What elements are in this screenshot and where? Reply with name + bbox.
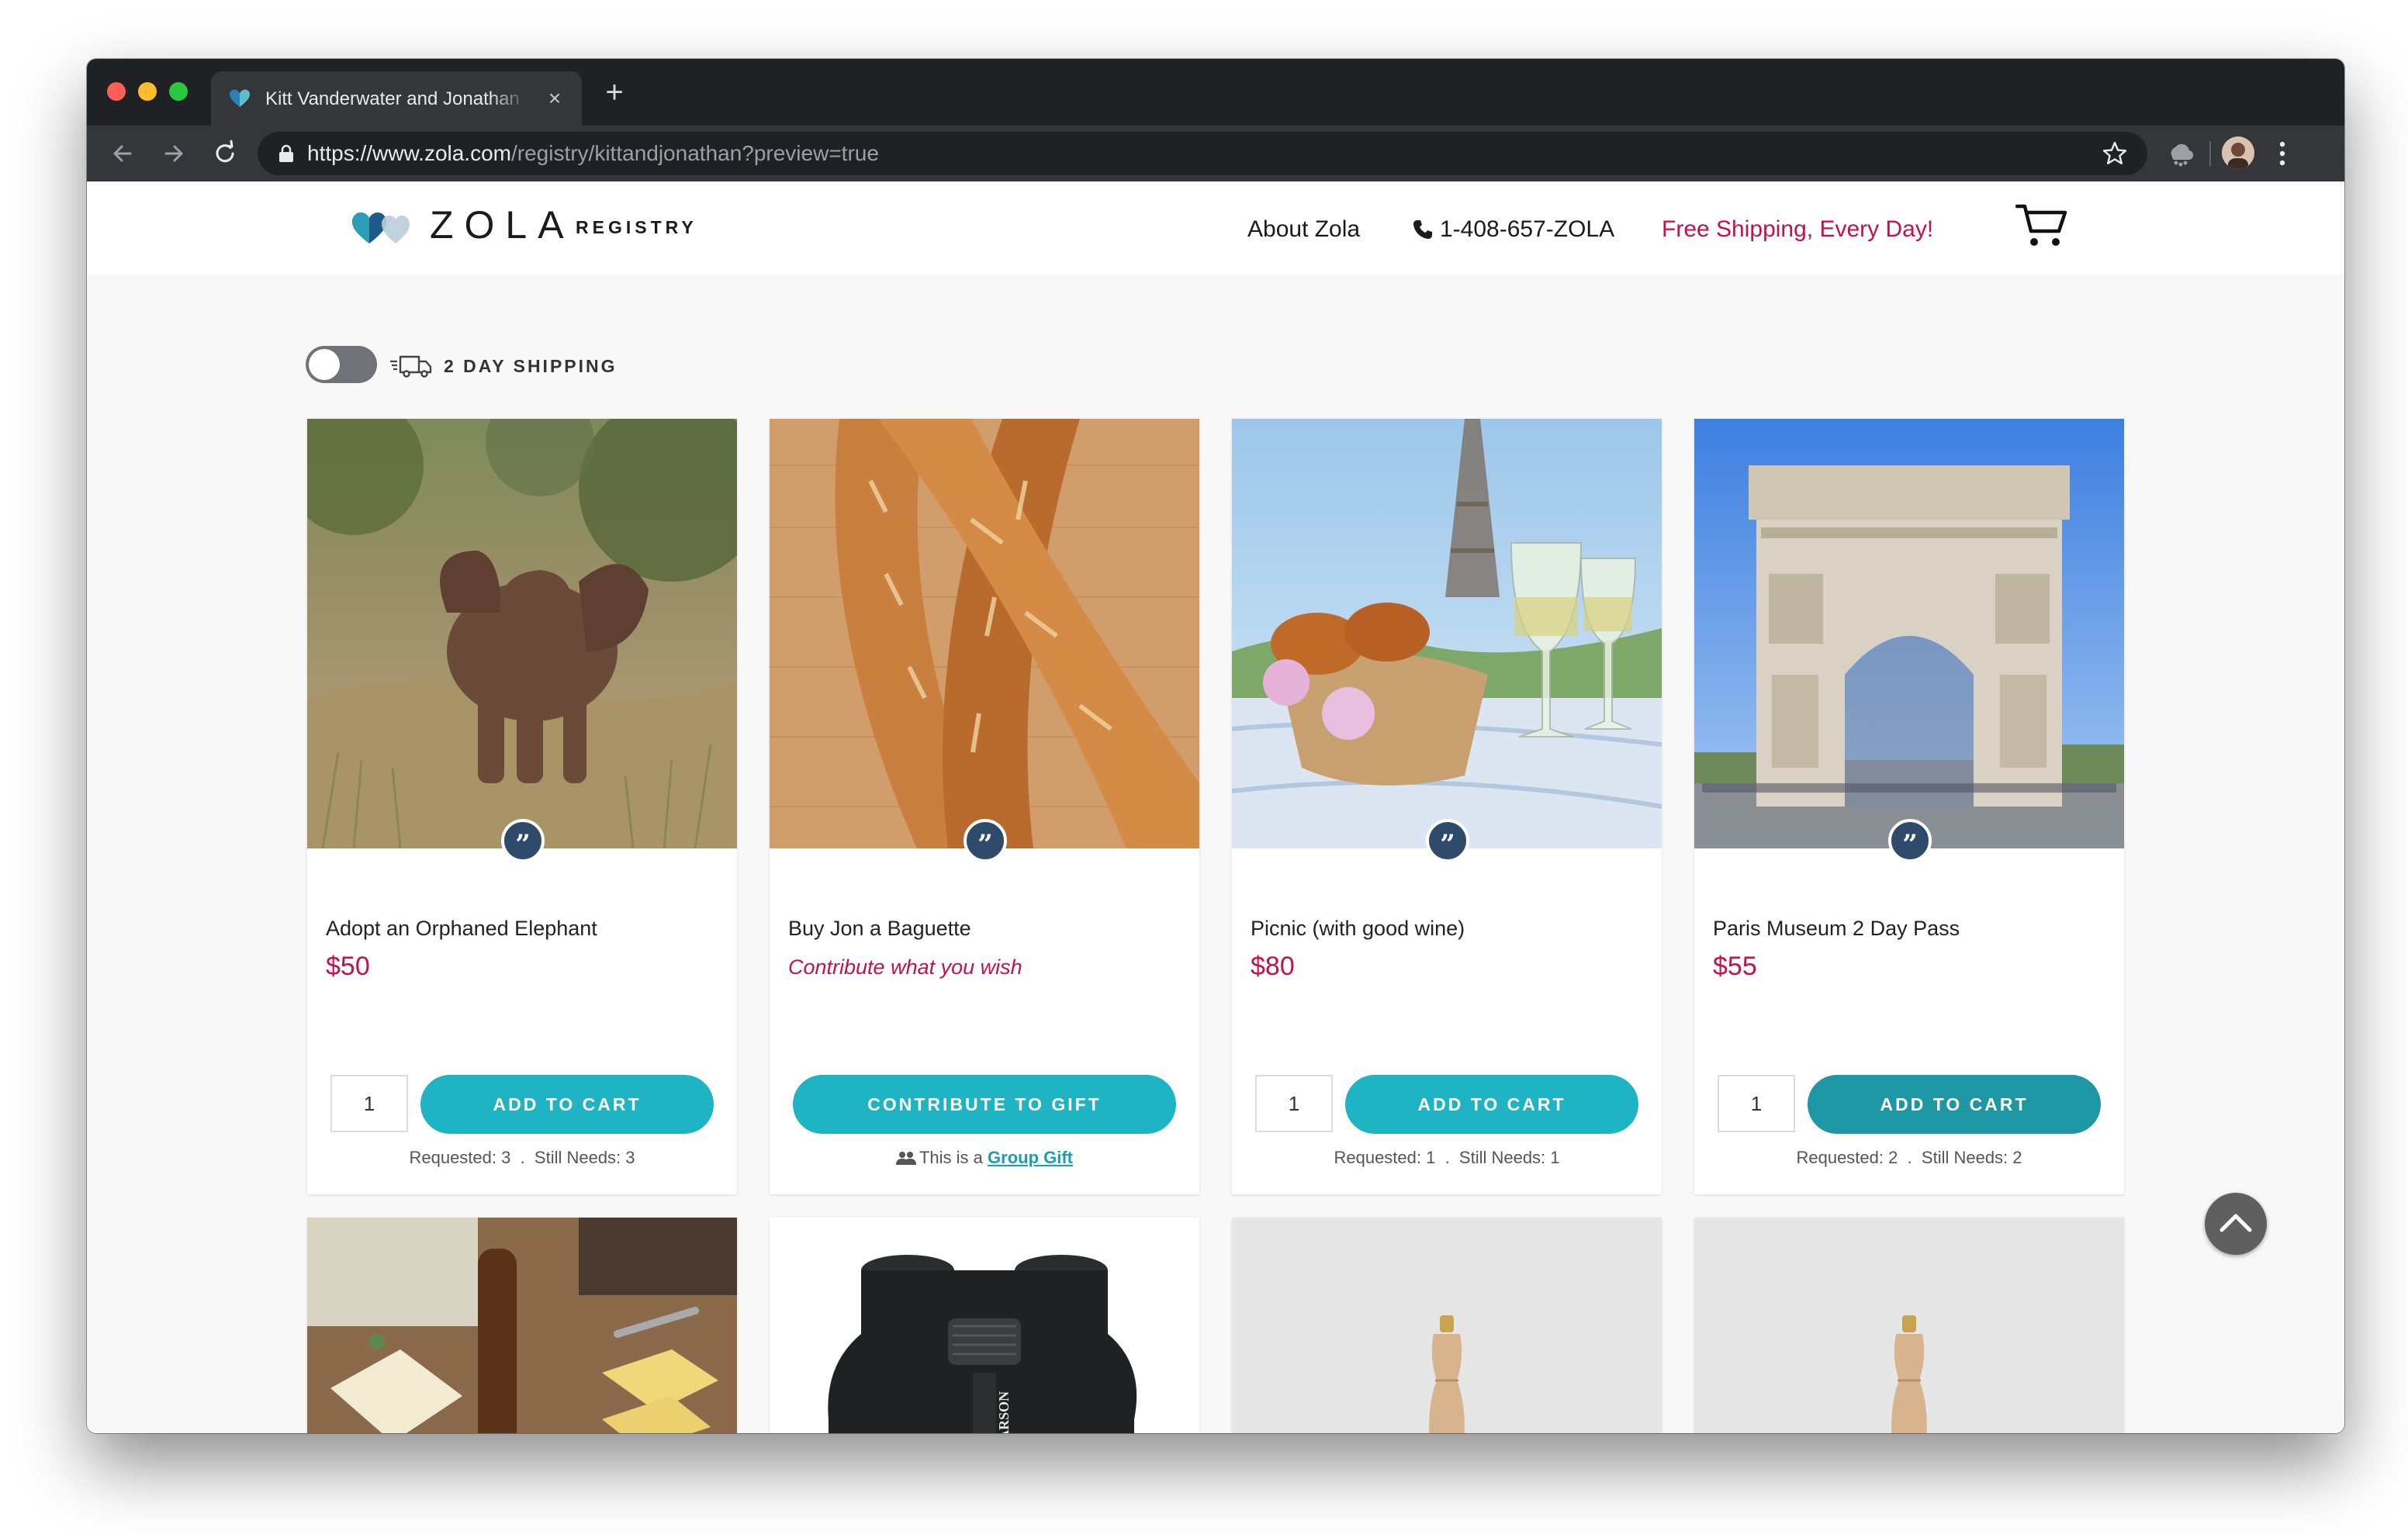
close-window-button[interactable]	[107, 82, 126, 101]
people-icon	[895, 1152, 916, 1165]
quote-icon[interactable]: ”	[1426, 819, 1469, 862]
product-card-pepper-mill[interactable]	[1232, 1218, 1662, 1433]
forward-arrow-icon[interactable]	[158, 138, 189, 169]
url-host: https://www.zola.com	[307, 141, 511, 165]
product-image-pepper-mill[interactable]	[1232, 1218, 1662, 1433]
tab-close-icon[interactable]: ×	[545, 88, 565, 109]
url-path: /registry/kittandjonathan?preview=true	[510, 141, 879, 165]
group-gift-link[interactable]: Group Gift	[988, 1148, 1073, 1167]
product-card-picnic[interactable]: ” Picnic (with good wine) $80 ADD TO CAR…	[1232, 419, 1662, 1194]
cart-icon[interactable]	[2015, 202, 2068, 248]
add-to-cart-button[interactable]: ADD TO CART	[1345, 1075, 1638, 1134]
request-status: Requested: 3 . Still Needs: 3	[409, 1148, 635, 1167]
phone-icon	[1413, 220, 1432, 239]
back-arrow-icon[interactable]	[107, 138, 138, 169]
request-status: Requested: 2 . Still Needs: 2	[1796, 1148, 2022, 1167]
product-name[interactable]: Paris Museum 2 Day Pass	[1713, 915, 1960, 941]
extension-icon[interactable]	[2164, 138, 2195, 169]
nav-free-shipping-link[interactable]: Free Shipping, Every Day!	[1662, 216, 1933, 244]
browser-menu-icon[interactable]	[2275, 136, 2290, 171]
profile-avatar[interactable]	[2222, 136, 2254, 169]
browser-toolbar: https://www.zola.com/registry/kittandjon…	[87, 126, 2344, 181]
quote-icon[interactable]: ”	[964, 819, 1007, 862]
requested-count: Requested: 2	[1796, 1148, 1898, 1167]
product-image-picnic[interactable]	[1232, 419, 1662, 848]
group-gift-prefix: This is a	[919, 1148, 983, 1167]
product-name[interactable]: Adopt an Orphaned Elephant	[326, 915, 597, 941]
tab-strip: Kitt Vanderwater and Jonathan × +	[87, 59, 2344, 126]
product-card-binoculars[interactable]: CARSON	[770, 1218, 1199, 1433]
request-status: Requested: 1 . Still Needs: 1	[1334, 1148, 1560, 1167]
new-tab-button[interactable]: +	[600, 77, 628, 108]
quantity-input[interactable]	[1255, 1075, 1333, 1132]
product-card-elephant[interactable]: ” Adopt an Orphaned Elephant $50 ADD TO …	[307, 419, 737, 1194]
browser-window: Kitt Vanderwater and Jonathan × + https:…	[87, 59, 2344, 1433]
quantity-input[interactable]	[330, 1075, 408, 1132]
chevron-up-icon	[2219, 1214, 2252, 1232]
toolbar-divider	[2209, 141, 2211, 166]
add-to-cart-button[interactable]: ADD TO CART	[1808, 1075, 2101, 1134]
product-name[interactable]: Picnic (with good wine)	[1251, 915, 1465, 941]
product-card-baguette[interactable]: ” Buy Jon a Baguette Contribute what you…	[770, 419, 1199, 1194]
product-name[interactable]: Buy Jon a Baguette	[788, 915, 971, 941]
quantity-input[interactable]	[1718, 1075, 1795, 1132]
product-card-museum-pass[interactable]: ” Paris Museum 2 Day Pass $55 ADD TO CAR…	[1694, 419, 2124, 1194]
product-price: $50	[326, 952, 370, 981]
still-needs-count: Still Needs: 3	[534, 1148, 635, 1167]
browser-tab[interactable]: Kitt Vanderwater and Jonathan ×	[211, 71, 582, 126]
quote-icon[interactable]: ”	[501, 819, 545, 862]
truck-icon	[390, 355, 432, 378]
quote-icon[interactable]: ”	[1888, 819, 1932, 862]
requested-count: Requested: 1	[1334, 1148, 1436, 1167]
product-card-cheese[interactable]	[307, 1218, 737, 1433]
maximize-window-button[interactable]	[169, 82, 188, 101]
binoculars-brand-logo: CARSON	[996, 1391, 1012, 1433]
two-day-shipping-toggle[interactable]	[306, 346, 377, 383]
product-image-elephant[interactable]	[307, 419, 737, 848]
registry-page: ZOLA REGISTRY About Zola 1-408-657-ZOLA …	[87, 181, 2344, 1433]
still-needs-count: Still Needs: 1	[1458, 1148, 1560, 1167]
profile-photo-icon	[2222, 136, 2254, 169]
scroll-to-top-button[interactable]	[2205, 1193, 2267, 1255]
address-bar[interactable]: https://www.zola.com/registry/kittandjon…	[258, 132, 2147, 175]
nav-phone-number[interactable]: 1-408-657-ZOLA	[1440, 216, 1614, 244]
site-header: ZOLA REGISTRY About Zola 1-408-657-ZOLA …	[87, 181, 2344, 275]
minimize-window-button[interactable]	[138, 82, 157, 101]
requested-count: Requested: 3	[409, 1148, 511, 1167]
product-image-binoculars[interactable]: CARSON	[770, 1218, 1199, 1433]
add-to-cart-button[interactable]: ADD TO CART	[420, 1075, 714, 1134]
group-gift-note: This is a Group Gift	[770, 1146, 1199, 1170]
two-day-shipping-label: 2 DAY SHIPPING	[444, 356, 618, 376]
zola-logo-hearts-icon[interactable]	[351, 211, 420, 245]
contribute-note: Contribute what you wish	[788, 955, 1022, 979]
tab-title: Kitt Vanderwater and Jonathan	[265, 88, 520, 109]
product-price: $55	[1713, 952, 1757, 981]
lock-icon	[279, 144, 293, 162]
product-image-arc-de-triomphe[interactable]	[1694, 419, 2124, 848]
product-image-baguette[interactable]	[770, 419, 1199, 848]
nav-about-link[interactable]: About Zola	[1247, 216, 1360, 244]
logo-wordmark[interactable]: ZOLA	[430, 202, 575, 248]
product-price: $80	[1251, 952, 1295, 981]
star-icon[interactable]	[2101, 140, 2129, 168]
logo-registry-label: REGISTRY	[576, 217, 697, 237]
product-image-cheese-board[interactable]	[307, 1218, 737, 1433]
url-text: https://www.zola.com/registry/kittandjon…	[307, 140, 879, 168]
reload-icon[interactable]	[209, 138, 240, 169]
contribute-to-gift-button[interactable]: CONTRIBUTE TO GIFT	[793, 1075, 1176, 1134]
toggle-knob	[309, 349, 340, 380]
zola-favicon-icon	[230, 89, 250, 107]
product-card-pepper-mill-2[interactable]	[1694, 1218, 2124, 1433]
still-needs-count: Still Needs: 2	[1921, 1148, 2022, 1167]
product-image-pepper-mill-2[interactable]	[1694, 1218, 2124, 1433]
